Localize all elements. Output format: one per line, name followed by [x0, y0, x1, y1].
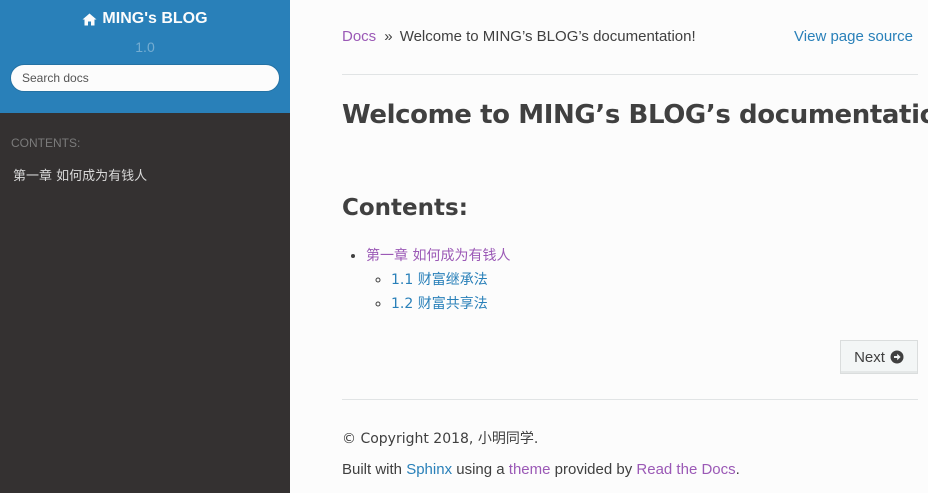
built-using: using a — [456, 461, 505, 478]
search-input[interactable] — [10, 63, 280, 92]
arrow-circle-right-icon — [890, 350, 904, 364]
next-button[interactable]: Next — [840, 340, 918, 374]
theme-link[interactable]: theme — [509, 461, 551, 478]
toc-link-1-2[interactable]: 1.2 财富共享法 — [391, 296, 488, 312]
toc-link-1-1[interactable]: 1.1 财富继承法 — [391, 272, 488, 288]
sidebar-header: MING's BLOG 1.0 — [0, 0, 290, 113]
toc-subitem: 1.2 财富共享法 — [391, 292, 510, 316]
contents-heading: Contents: — [342, 195, 468, 221]
breadcrumb: Docs » Welcome to MING’s BLOG’s documenta… — [342, 28, 696, 45]
toc-subitem: 1.1 财富继承法 — [391, 268, 510, 292]
breadcrumb-current: Welcome to MING’s BLOG’s documentation! — [399, 28, 696, 45]
page-title: Welcome to MING’s BLOG’s documentation! — [342, 100, 928, 130]
toc-sublist: 1.1 财富继承法 1.2 财富共享法 — [366, 268, 510, 316]
toc-item: 第一章 如何成为有钱人 1.1 财富继承法 1.2 财富共享法 — [366, 244, 510, 316]
header-divider — [342, 74, 918, 75]
next-label: Next — [854, 348, 885, 366]
main-content: Docs » Welcome to MING’s BLOG’s documenta… — [290, 0, 928, 493]
built-period: . — [735, 461, 740, 478]
sphinx-link[interactable]: Sphinx — [406, 461, 452, 478]
built-prefix: Built with — [342, 461, 403, 478]
brand-title: MING's BLOG — [102, 10, 208, 27]
toc-list: 第一章 如何成为有钱人 1.1 财富继承法 1.2 财富共享法 — [342, 244, 510, 316]
breadcrumb-docs-link[interactable]: Docs — [342, 28, 376, 45]
version-label: 1.0 — [135, 38, 155, 55]
sidebar-caption: CONTENTS: — [11, 136, 81, 150]
built-with-text: Built with Sphinx using a theme provided… — [342, 461, 740, 478]
copyright-text: © Copyright 2018, 小明同学. — [342, 431, 539, 447]
view-source-link[interactable]: View page source — [794, 28, 913, 45]
home-icon — [82, 13, 97, 25]
brand-link[interactable]: MING's BLOG — [82, 10, 208, 28]
read-the-docs-link[interactable]: Read the Docs — [636, 461, 735, 478]
built-provided-by: provided by — [554, 461, 633, 478]
toc-link-chapter1[interactable]: 第一章 如何成为有钱人 — [366, 248, 510, 264]
breadcrumb-separator: » — [384, 28, 393, 45]
footer-divider — [342, 399, 918, 400]
sidebar: MING's BLOG 1.0 CONTENTS: 第一章 如何成为有钱人 — [0, 0, 290, 493]
sidebar-item-chapter1[interactable]: 第一章 如何成为有钱人 — [13, 165, 147, 184]
